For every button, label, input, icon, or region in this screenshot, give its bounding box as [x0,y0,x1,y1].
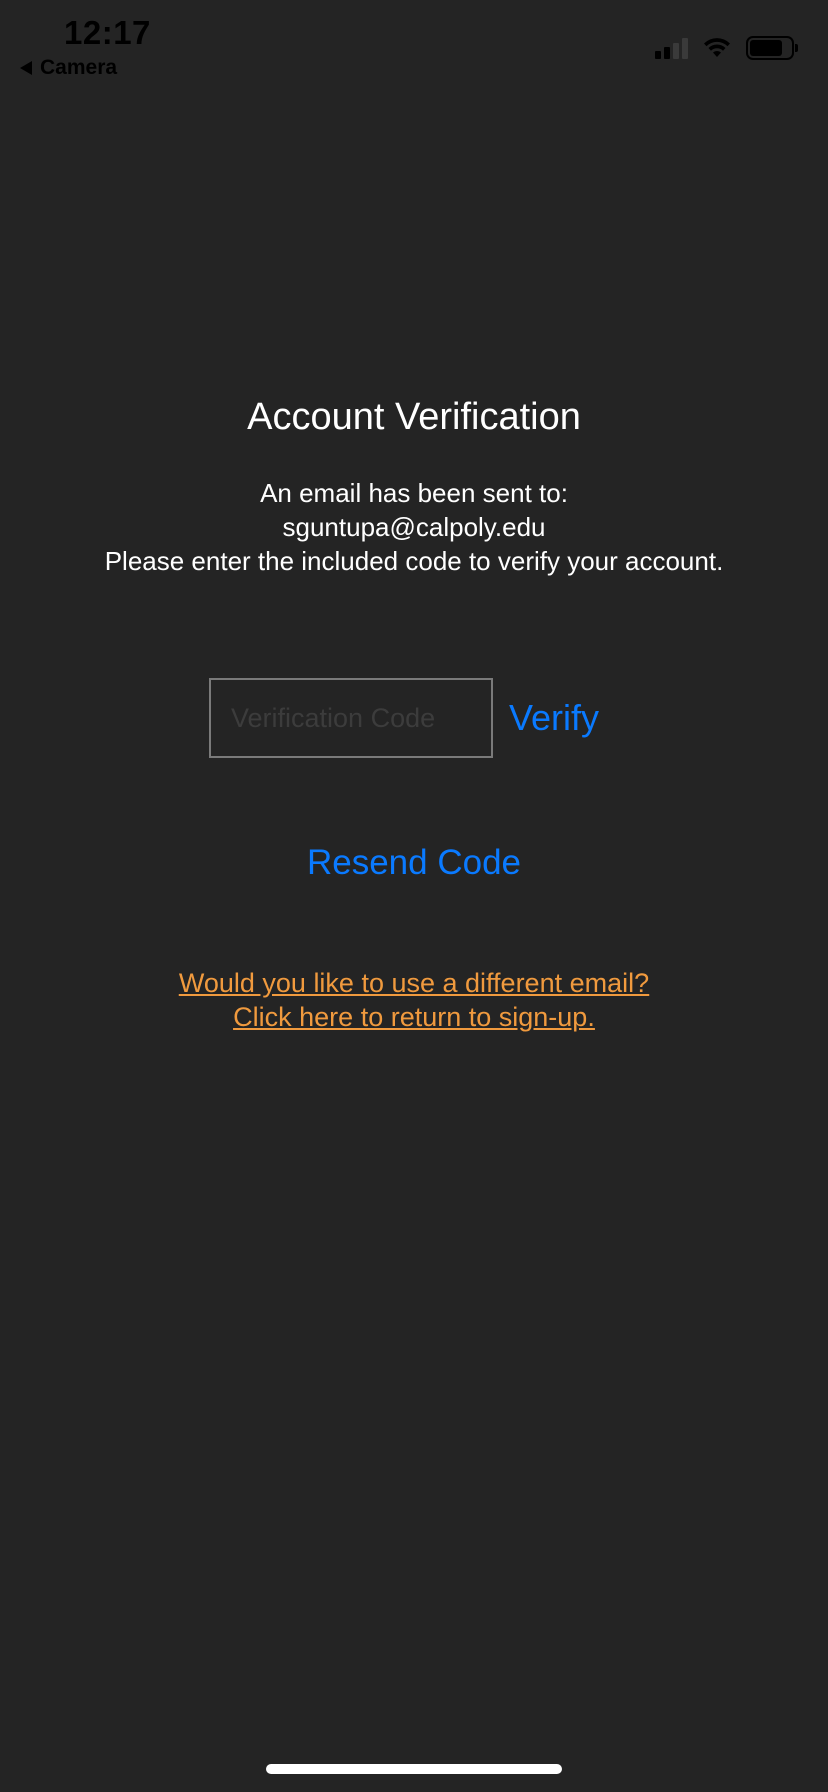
back-to-camera-button[interactable]: Camera [20,56,117,80]
wifi-icon [704,38,730,57]
cellular-signal-icon [655,37,688,59]
return-to-signup-link[interactable]: Would you like to use a different email?… [0,966,828,1034]
verification-screen: 12:17 Camera Account Verification An ema… [0,0,828,1792]
resend-code-button[interactable]: Resend Code [0,843,828,883]
verify-button[interactable]: Verify [509,697,599,739]
back-arrow-icon [20,61,32,75]
different-email-question[interactable]: Would you like to use a different email? [0,966,828,1000]
status-icons [655,36,798,60]
battery-icon [746,36,798,60]
home-indicator[interactable] [266,1764,562,1774]
status-time: 12:17 [64,14,151,51]
return-to-signup-text[interactable]: Click here to return to sign-up. [0,1000,828,1034]
message-instructions: Please enter the included code to verify… [104,546,724,576]
email-address: sguntupa@calpoly.edu [282,512,546,542]
verification-message: An email has been sent to: sguntupa@calp… [0,476,828,578]
back-app-label: Camera [40,56,118,79]
verify-row: Verify [209,678,599,758]
page-title: Account Verification [247,396,581,438]
verification-code-input[interactable] [209,678,493,758]
message-sent-to: An email has been sent to: [260,478,568,508]
